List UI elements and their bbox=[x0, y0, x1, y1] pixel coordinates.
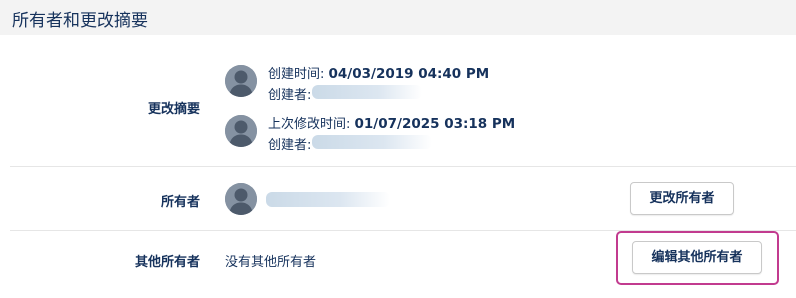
avatar-icon bbox=[225, 65, 257, 97]
modified-by-label: 创建者: bbox=[268, 138, 312, 153]
change-summary-label: 更改摘要 bbox=[147, 102, 200, 117]
divider bbox=[10, 166, 796, 167]
created-time: 创建时间: 04/03/2019 04:40 PM bbox=[268, 63, 489, 82]
modified-time: 上次修改时间: 01/07/2025 03:18 PM bbox=[268, 113, 515, 132]
avatar-icon bbox=[225, 115, 257, 147]
created-by-label: 创建者: bbox=[268, 88, 312, 103]
owner-avatar-icon bbox=[225, 183, 257, 215]
modified-time-label: 上次修改时间: bbox=[268, 117, 355, 132]
redacted-modifier-name bbox=[312, 135, 432, 149]
created-time-value: 04/03/2019 04:40 PM bbox=[328, 66, 490, 82]
redacted-owner-name[interactable] bbox=[266, 192, 390, 207]
section-header: 所有者和更改摘要 bbox=[0, 0, 796, 35]
section-title: 所有者和更改摘要 bbox=[12, 11, 148, 31]
created-time-label: 创建时间: bbox=[268, 67, 329, 82]
modified-time-value: 01/07/2025 03:18 PM bbox=[354, 116, 516, 132]
redacted-creator-name bbox=[312, 85, 422, 99]
other-owners-label: 其他所有者 bbox=[134, 255, 200, 270]
other-owners-value: 没有其他所有者 bbox=[225, 255, 317, 270]
change-owner-button[interactable]: 更改所有者 bbox=[630, 182, 734, 215]
owner-label: 所有者 bbox=[160, 195, 200, 210]
edit-other-owners-button[interactable]: 编辑其他所有者 bbox=[632, 241, 762, 274]
